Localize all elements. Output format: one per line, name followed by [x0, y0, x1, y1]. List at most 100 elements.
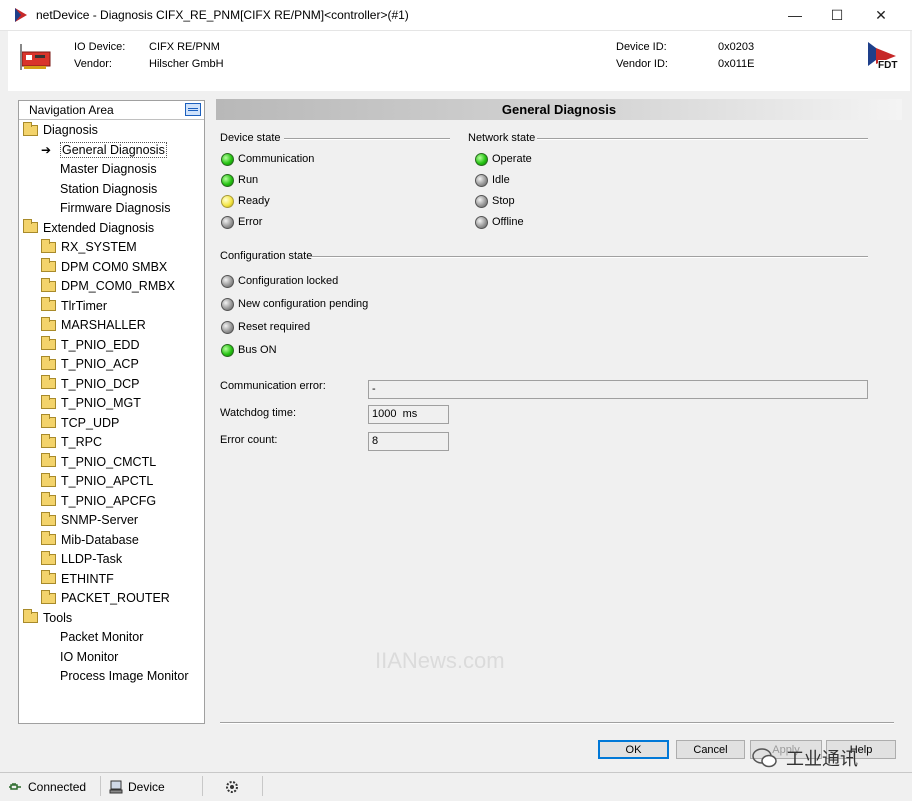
- nav-item[interactable]: T_PNIO_MGT: [41, 394, 141, 412]
- folder-icon: [41, 258, 56, 272]
- device-id-value: 0x0203: [718, 41, 755, 53]
- nav-item[interactable]: T_RPC: [41, 433, 102, 451]
- nav-item[interactable]: TCP_UDP: [41, 414, 119, 432]
- fdt-logo: FDT: [866, 40, 898, 72]
- nav-item[interactable]: DPM_COM0_RMBX: [41, 277, 175, 295]
- folder-icon: [41, 316, 56, 331]
- nav-item[interactable]: T_PNIO_EDD: [41, 336, 140, 354]
- folder-icon: [41, 414, 56, 428]
- cancel-button[interactable]: Cancel: [676, 740, 745, 759]
- nav-item[interactable]: T_PNIO_APCFG: [41, 492, 156, 510]
- main-panel-header: General Diagnosis: [216, 99, 902, 120]
- settings-icon[interactable]: [224, 779, 240, 795]
- status-led-label: Run: [238, 174, 259, 186]
- folder-icon: [41, 355, 56, 370]
- nav-item[interactable]: ETHINTF: [41, 570, 114, 588]
- ok-button[interactable]: OK: [598, 740, 669, 759]
- nav-item[interactable]: DPM COM0 SMBX: [41, 258, 167, 276]
- status-led-label: Communication: [238, 153, 315, 165]
- network-state-divider: [537, 138, 868, 140]
- configuration-state-label: Configuration state: [220, 250, 313, 262]
- status-led-icon: [221, 153, 234, 166]
- nav-item[interactable]: Packet Monitor: [41, 628, 143, 646]
- bottom-divider: [220, 722, 894, 724]
- nav-item-label: LLDP-Task: [61, 552, 123, 566]
- panel-toggle-icon[interactable]: [185, 103, 201, 116]
- status-led-label: Idle: [492, 174, 510, 186]
- nav-item-label: ETHINTF: [61, 571, 114, 586]
- nav-item-label: Mib-Database: [61, 532, 139, 547]
- device-header: IO Device: CIFX RE/PNM Vendor: Hilscher …: [8, 31, 910, 91]
- nav-item[interactable]: Mib-Database: [41, 531, 139, 549]
- nav-item[interactable]: Station Diagnosis: [41, 180, 157, 198]
- nav-item[interactable]: T_PNIO_CMCTL: [41, 453, 156, 471]
- folder-icon: [41, 433, 56, 448]
- wechat-label: 工业通讯: [786, 749, 858, 769]
- nav-item[interactable]: Extended Diagnosis: [23, 219, 154, 237]
- nav-item[interactable]: Process Image Monitor: [41, 667, 189, 685]
- nav-item[interactable]: MARSHALLER: [41, 316, 146, 334]
- status-led-icon: [221, 344, 234, 357]
- nav-item-label: Firmware Diagnosis: [60, 201, 171, 215]
- status-led-icon: [475, 174, 488, 187]
- nav-item-label: T_RPC: [61, 435, 102, 449]
- status-led-label: Configuration locked: [238, 275, 339, 287]
- folder-icon: [41, 238, 56, 253]
- nav-item[interactable]: Firmware Diagnosis: [41, 199, 170, 217]
- nav-item-label: T_PNIO_APCFG: [61, 493, 157, 508]
- navigation-area[interactable]: Navigation Area Diagnosis ➔ General Diagno…: [18, 100, 205, 724]
- folder-open-icon: [23, 121, 38, 136]
- maximize-button[interactable]: ☐: [814, 0, 860, 30]
- nav-item[interactable]: T_PNIO_ACP: [41, 355, 139, 373]
- error-count-label: Error count:: [220, 434, 278, 446]
- nav-item-label: T_PNIO_APCTL: [61, 474, 154, 488]
- nav-item[interactable]: T_PNIO_DCP: [41, 375, 140, 393]
- nav-item[interactable]: ➔ General Diagnosis: [41, 141, 167, 159]
- close-button[interactable]: ✕: [858, 0, 904, 30]
- folder-icon: [41, 570, 56, 584]
- status-led-label: Offline: [492, 216, 524, 228]
- nav-item[interactable]: LLDP-Task: [41, 550, 122, 568]
- window-title: netDevice - Diagnosis CIFX_RE_PNM[CIFX R…: [36, 8, 409, 22]
- nav-item-label: T_PNIO_DCP: [61, 376, 140, 391]
- configuration-state-divider: [310, 256, 868, 258]
- device-state-divider: [284, 138, 450, 140]
- status-led-icon: [475, 195, 488, 208]
- nav-item[interactable]: TlrTimer: [41, 297, 107, 315]
- watchdog-time-label: Watchdog time:: [220, 407, 297, 419]
- communication-error-label: Communication error:: [220, 380, 326, 392]
- status-led-label: Ready: [238, 195, 270, 207]
- device-card-icon: [20, 44, 51, 70]
- communication-error-field: -: [368, 380, 868, 399]
- folder-icon: [41, 277, 56, 292]
- nav-item[interactable]: PACKET_ROUTER: [41, 589, 170, 607]
- device-status: Device: [108, 778, 165, 796]
- status-separator: [202, 776, 203, 796]
- nav-item[interactable]: RX_SYSTEM: [41, 238, 137, 256]
- nav-item[interactable]: IO Monitor: [41, 648, 118, 666]
- nav-item[interactable]: Master Diagnosis: [41, 160, 157, 178]
- nav-item-label: T_PNIO_MGT: [61, 396, 141, 410]
- title-bar[interactable]: netDevice - Diagnosis CIFX_RE_PNM[CIFX R…: [0, 0, 912, 31]
- network-state-label: Network state: [468, 132, 536, 144]
- nav-item[interactable]: T_PNIO_APCTL: [41, 472, 153, 490]
- status-led-icon: [221, 195, 234, 208]
- folder-icon: [41, 394, 56, 409]
- status-led-icon: [221, 321, 234, 334]
- connected-status: Connected: [8, 778, 86, 796]
- vendor-id-value: 0x011E: [718, 58, 755, 70]
- nav-item-label: SNMP-Server: [61, 513, 139, 527]
- device-id-label: Device ID:: [616, 41, 667, 53]
- status-led-label: Error: [238, 216, 263, 228]
- nav-item-label: TlrTimer: [61, 298, 108, 313]
- wechat-icon: [752, 748, 777, 768]
- nav-item[interactable]: SNMP-Server: [41, 511, 138, 529]
- status-led-icon: [221, 216, 234, 229]
- folder-icon: [41, 511, 56, 526]
- status-led-icon: [475, 216, 488, 229]
- nav-item[interactable]: Tools: [23, 609, 72, 627]
- nav-item-label: Station Diagnosis: [60, 181, 158, 196]
- minimize-button[interactable]: —: [772, 0, 818, 30]
- nav-item-label: Tools: [43, 610, 73, 625]
- nav-item[interactable]: Diagnosis: [23, 121, 98, 139]
